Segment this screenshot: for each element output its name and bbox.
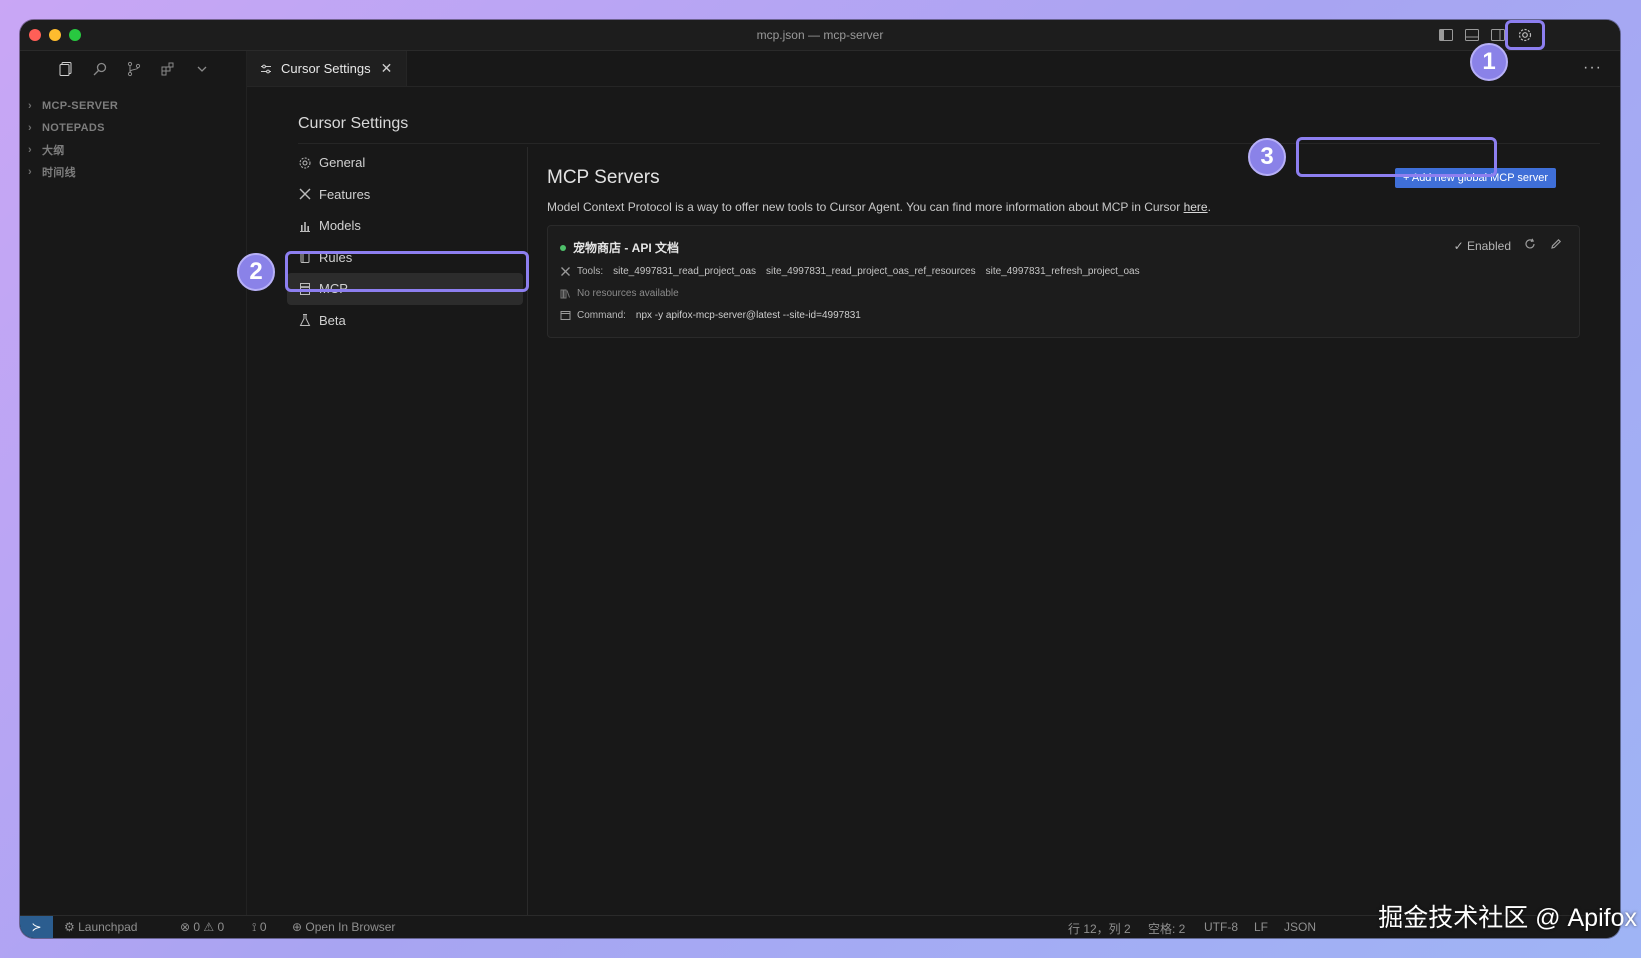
settings-sliders-icon [259, 62, 273, 76]
chevron-right-icon: › [28, 144, 32, 156]
flask-icon [298, 313, 312, 327]
chevron-right-icon: › [28, 122, 32, 134]
launchpad-button[interactable]: ⚙ Launchpad [64, 920, 137, 934]
close-icon[interactable]: ✕ [381, 60, 393, 77]
section-title: MCP Servers [547, 167, 660, 188]
nav-item-beta[interactable]: Beta [287, 305, 523, 337]
more-actions-button[interactable]: ··· [1583, 59, 1602, 77]
server-name: 宠物商店 - API 文档 [560, 239, 679, 256]
library-icon [560, 288, 571, 299]
chart-icon [298, 219, 312, 233]
refresh-icon[interactable] [1523, 237, 1537, 251]
watermark: 掘金技术社区 @ Apifox [1378, 904, 1637, 932]
encoding-setting[interactable]: UTF-8 [1204, 920, 1238, 934]
tool-chip: site_4997831_read_project_oas [613, 266, 757, 277]
more-info-link[interactable]: here [1184, 200, 1208, 214]
chevron-right-icon: › [28, 100, 32, 112]
cursor-position[interactable]: 行 12，列 2 [1068, 920, 1131, 937]
nav-item-models[interactable]: Models [287, 210, 523, 242]
indentation-setting[interactable]: 空格: 2 [1148, 920, 1185, 937]
server-command-row: Command: npx -y apifox-mcp-server@latest… [560, 310, 861, 321]
edit-pencil-icon[interactable] [1549, 237, 1563, 251]
section-description: Model Context Protocol is a way to offer… [547, 200, 1211, 214]
ports-indicator[interactable]: ⟟ 0 [252, 920, 267, 935]
problems-indicator[interactable]: ⊗ 0 ⚠ 0 [180, 920, 224, 934]
tab-label: Cursor Settings [281, 61, 371, 76]
extensions-icon[interactable] [160, 61, 176, 77]
language-mode[interactable]: JSON [1284, 920, 1316, 934]
highlight-settings-gear [1505, 20, 1545, 50]
tool-chip: site_4997831_refresh_project_oas [985, 266, 1140, 277]
tools-icon [298, 187, 312, 201]
tree-item-outline[interactable]: › 大纲 [20, 139, 246, 161]
tree-item-notepads[interactable]: › NOTEPADS [20, 117, 246, 139]
tree-item-mcp-server[interactable]: › MCP-SERVER [20, 95, 246, 117]
status-dot-icon [560, 244, 566, 251]
window-title: mcp.json — mcp-server [756, 28, 884, 42]
tool-chip: site_4997831_read_project_oas_ref_resour… [766, 266, 976, 277]
tab-cursor-settings[interactable]: Cursor Settings ✕ [247, 51, 407, 86]
explorer-sidebar: › MCP-SERVER › NOTEPADS › 大纲 › 时间线 [20, 51, 247, 916]
server-enabled-toggle[interactable]: ✓ Enabled [1454, 239, 1511, 253]
toggle-secondary-sidebar-icon[interactable] [1490, 27, 1506, 43]
editor-tab-bar: Cursor Settings ✕ ··· [247, 51, 1620, 87]
step-badge-3: 3 [1248, 138, 1286, 176]
settings-page: Cursor Settings General Features Models … [247, 87, 1620, 916]
nav-item-features[interactable]: Features [287, 179, 523, 211]
open-in-browser-button[interactable]: ⊕ Open In Browser [292, 920, 395, 934]
mcp-panel: MCP Servers + Add new global MCP server … [547, 147, 1580, 916]
step-badge-1: 1 [1470, 43, 1508, 81]
title-bar: mcp.json — mcp-server [20, 20, 1620, 51]
highlight-add-server-button [1296, 137, 1497, 177]
server-command: npx -y apifox-mcp-server@latest --site-i… [635, 310, 861, 321]
nav-item-general[interactable]: General [287, 147, 523, 179]
highlight-mcp-nav [285, 251, 529, 292]
toggle-panel-icon[interactable] [1464, 27, 1480, 43]
step-badge-2: 2 [237, 253, 275, 291]
gear-icon [298, 156, 312, 170]
terminal-icon [560, 310, 571, 321]
explorer-files-icon[interactable] [58, 61, 74, 77]
explorer-tree: › MCP-SERVER › NOTEPADS › 大纲 › 时间线 [20, 95, 246, 183]
mcp-server-card: 宠物商店 - API 文档 ✓ Enabled Tools: site_4997… [547, 225, 1580, 338]
source-control-icon[interactable] [126, 61, 142, 77]
search-icon[interactable] [92, 61, 108, 77]
eol-setting[interactable]: LF [1254, 920, 1268, 934]
toggle-sidebar-icon[interactable] [1438, 27, 1454, 43]
remote-connection-icon[interactable]: ≻ [20, 916, 53, 938]
chevron-right-icon: › [28, 166, 32, 178]
tools-icon [560, 266, 571, 277]
server-resources-row: No resources available [560, 288, 679, 299]
sidebar-toolbar [58, 61, 210, 77]
chevron-down-icon[interactable] [194, 61, 210, 77]
server-tools-row: Tools: site_4997831_read_project_oas sit… [560, 266, 1140, 277]
page-title: Cursor Settings [298, 115, 409, 132]
tree-item-timeline[interactable]: › 时间线 [20, 161, 246, 183]
